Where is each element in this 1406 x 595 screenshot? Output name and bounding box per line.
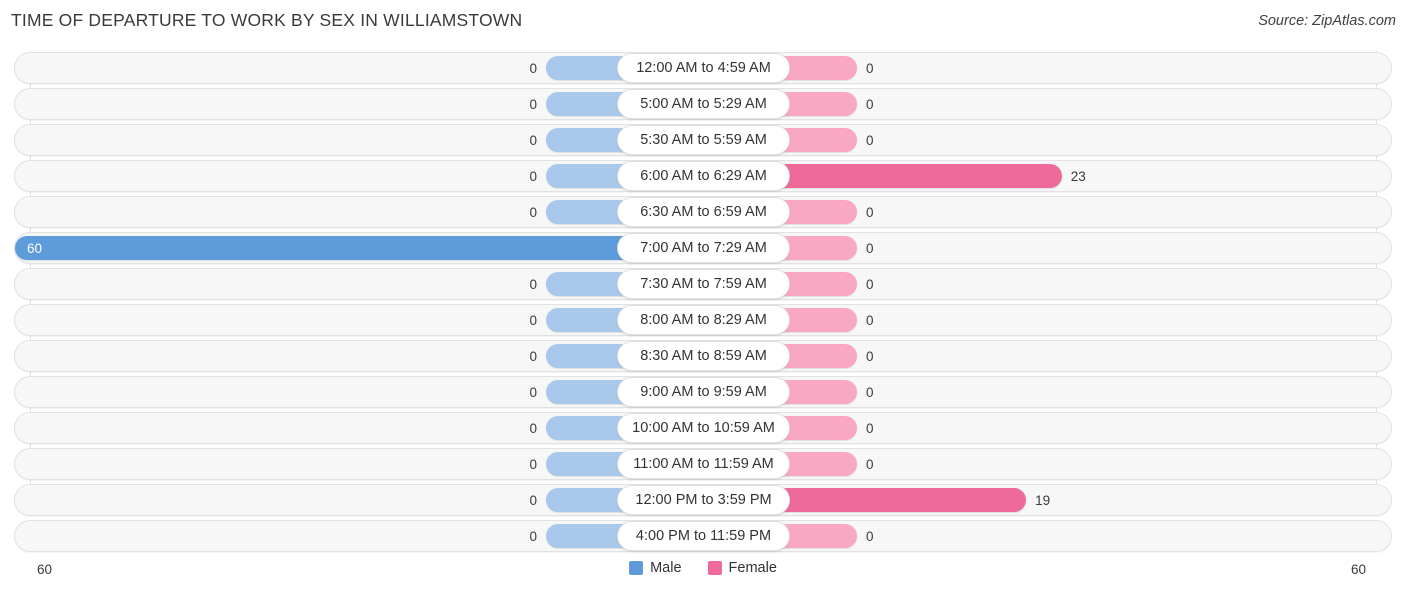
category-label: 6:30 AM to 6:59 AM — [640, 204, 767, 220]
bar-row[interactable]: 9:00 AM to 9:59 AM 0 0 — [0, 376, 1406, 408]
chart-legend: Male Female — [0, 560, 1406, 576]
value-label-female: 0 — [866, 420, 874, 436]
category-label: 8:00 AM to 8:29 AM — [640, 312, 767, 328]
category-pill[interactable]: 7:30 AM to 7:59 AM — [617, 269, 790, 299]
plot-area: 12:00 AM to 4:59 AM 0 0 5:00 AM to 5:29 AM 0… — [0, 50, 1406, 558]
legend-item-female[interactable]: Female — [707, 560, 777, 576]
bar-row[interactable]: 6:00 AM to 6:29 AM 0 23 — [0, 160, 1406, 192]
source-attribution: Source: ZipAtlas.com — [1258, 13, 1396, 29]
legend-label-male: Male — [650, 560, 682, 576]
category-pill[interactable]: 9:00 AM to 9:59 AM — [617, 377, 790, 407]
category-label: 12:00 AM to 4:59 AM — [636, 60, 771, 76]
category-label: 7:00 AM to 7:29 AM — [640, 240, 767, 256]
value-label-male: 0 — [529, 168, 537, 184]
category-label: 8:30 AM to 8:59 AM — [640, 348, 767, 364]
legend-swatch-female-icon — [707, 561, 722, 575]
value-label-female: 0 — [866, 312, 874, 328]
category-label: 11:00 AM to 11:59 AM — [633, 456, 774, 472]
category-label: 5:00 AM to 5:29 AM — [640, 96, 767, 112]
chart-title: TIME OF DEPARTURE TO WORK BY SEX IN WILL… — [11, 10, 523, 30]
value-label-male: 60 — [27, 240, 43, 256]
bar-row[interactable]: 7:00 AM to 7:29 AM 60 0 — [0, 232, 1406, 264]
value-label-male: 0 — [529, 384, 537, 400]
bar-row[interactable]: 8:00 AM to 8:29 AM 0 0 — [0, 304, 1406, 336]
category-pill[interactable]: 7:00 AM to 7:29 AM — [617, 233, 790, 263]
bar-row[interactable]: 12:00 PM to 3:59 PM 0 19 — [0, 484, 1406, 516]
bar-row[interactable]: 4:00 PM to 11:59 PM 0 0 — [0, 520, 1406, 552]
category-pill[interactable]: 11:00 AM to 11:59 AM — [617, 449, 790, 479]
category-pill[interactable]: 12:00 PM to 3:59 PM — [617, 485, 790, 515]
legend-item-male[interactable]: Male — [629, 560, 682, 576]
category-label: 10:00 AM to 10:59 AM — [632, 420, 775, 436]
category-pill[interactable]: 8:00 AM to 8:29 AM — [617, 305, 790, 335]
category-pill[interactable]: 8:30 AM to 8:59 AM — [617, 341, 790, 371]
value-label-male: 0 — [529, 492, 537, 508]
value-label-female: 0 — [866, 528, 874, 544]
chart-container: TIME OF DEPARTURE TO WORK BY SEX IN WILL… — [0, 0, 1406, 595]
category-pill[interactable]: 6:00 AM to 6:29 AM — [617, 161, 790, 191]
value-label-female: 0 — [866, 204, 874, 220]
value-label-female: 0 — [866, 96, 874, 112]
legend-swatch-male-icon — [629, 561, 644, 575]
bar-row[interactable]: 10:00 AM to 10:59 AM 0 0 — [0, 412, 1406, 444]
value-label-male: 0 — [529, 528, 537, 544]
legend-label-female: Female — [728, 560, 777, 576]
value-label-male: 0 — [529, 60, 537, 76]
value-label-female: 0 — [866, 384, 874, 400]
category-label: 9:00 AM to 9:59 AM — [640, 384, 767, 400]
bar-row[interactable]: 6:30 AM to 6:59 AM 0 0 — [0, 196, 1406, 228]
value-label-male: 0 — [529, 312, 537, 328]
category-pill[interactable]: 5:00 AM to 5:29 AM — [617, 89, 790, 119]
category-label: 12:00 PM to 3:59 PM — [635, 492, 772, 508]
value-label-male: 0 — [529, 204, 537, 220]
category-label: 4:00 PM to 11:59 PM — [635, 528, 772, 544]
category-label: 7:30 AM to 7:59 AM — [640, 276, 767, 292]
value-label-female: 0 — [866, 60, 874, 76]
value-label-male: 0 — [529, 420, 537, 436]
category-pill[interactable]: 12:00 AM to 4:59 AM — [617, 53, 790, 83]
value-label-male: 0 — [529, 348, 537, 364]
bar-row[interactable]: 12:00 AM to 4:59 AM 0 0 — [0, 52, 1406, 84]
category-label: 5:30 AM to 5:59 AM — [640, 132, 767, 148]
bar-row[interactable]: 5:30 AM to 5:59 AM 0 0 — [0, 124, 1406, 156]
category-pill[interactable]: 6:30 AM to 6:59 AM — [617, 197, 790, 227]
value-label-female: 0 — [866, 348, 874, 364]
value-label-male: 0 — [529, 96, 537, 112]
bar-row[interactable]: 11:00 AM to 11:59 AM 0 0 — [0, 448, 1406, 480]
bar-row[interactable]: 5:00 AM to 5:29 AM 0 0 — [0, 88, 1406, 120]
value-label-male: 0 — [529, 456, 537, 472]
value-label-male: 0 — [529, 132, 537, 148]
value-label-male: 0 — [529, 276, 537, 292]
bar-row[interactable]: 8:30 AM to 8:59 AM 0 0 — [0, 340, 1406, 372]
value-label-female: 19 — [1035, 492, 1051, 508]
value-label-female: 23 — [1070, 168, 1086, 184]
value-label-female: 0 — [866, 240, 874, 256]
category-label: 6:00 AM to 6:29 AM — [640, 168, 767, 184]
bar-row[interactable]: 7:30 AM to 7:59 AM 0 0 — [0, 268, 1406, 300]
category-pill[interactable]: 5:30 AM to 5:59 AM — [617, 125, 790, 155]
category-pill[interactable]: 10:00 AM to 10:59 AM — [617, 413, 790, 443]
value-label-female: 0 — [866, 276, 874, 292]
value-label-female: 0 — [866, 132, 874, 148]
value-label-female: 0 — [866, 456, 874, 472]
category-pill[interactable]: 4:00 PM to 11:59 PM — [617, 521, 790, 551]
